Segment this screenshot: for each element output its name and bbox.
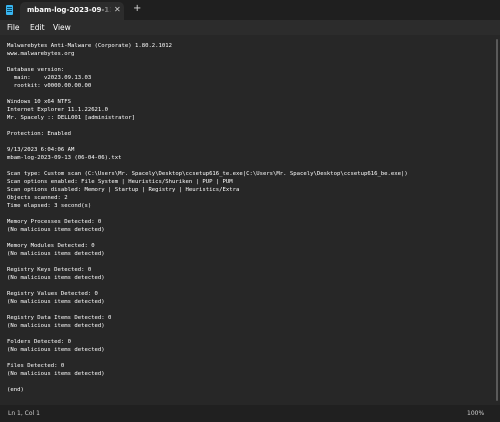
log-line: Folders Detected: 0 bbox=[7, 339, 71, 345]
log-line: Scan options disabled: Memory | Startup … bbox=[7, 187, 240, 193]
log-line: Protection: Enabled bbox=[7, 131, 71, 137]
log-line: Registry Data Items Detected: 0 bbox=[7, 315, 112, 321]
log-line: mbam-log-2023-09-13 (06-04-06).txt bbox=[7, 155, 122, 161]
log-line: Memory Modules Detected: 0 bbox=[7, 243, 95, 249]
zoom-level[interactable]: 100% bbox=[467, 410, 484, 418]
log-line: 9/13/2023 6:04:06 AM bbox=[7, 147, 75, 153]
log-line: (end) bbox=[7, 387, 24, 393]
log-line: rootkit: v0000.00.00.00 bbox=[7, 83, 92, 89]
log-line: main: v2023.09.13.03 bbox=[7, 75, 92, 81]
text-editor[interactable]: Malwarebytes Anti-Malware (Corporate) 1.… bbox=[0, 35, 500, 405]
log-line: Objects scanned: 2 bbox=[7, 195, 68, 201]
log-line: Database version: bbox=[7, 67, 65, 73]
menu-view[interactable]: View bbox=[53, 22, 71, 33]
log-line: (No malicious items detected) bbox=[7, 323, 105, 329]
log-line: (No malicious items detected) bbox=[7, 251, 105, 257]
scrollbar-thumb[interactable] bbox=[496, 39, 498, 401]
log-line: Registry Keys Detected: 0 bbox=[7, 267, 92, 273]
menu-bar: File Edit View bbox=[0, 20, 500, 35]
log-line: (No malicious items detected) bbox=[7, 227, 105, 233]
document-tab[interactable]: mbam-log-2023-09-13 (06-04-06).txt ✕ bbox=[20, 2, 124, 20]
title-bar: mbam-log-2023-09-13 (06-04-06).txt ✕ + bbox=[0, 0, 500, 20]
log-line: Time elapsed: 3 second(s) bbox=[7, 203, 92, 209]
log-line: Mr. Spacely :: DELL001 [administrator] bbox=[7, 115, 135, 121]
close-icon[interactable]: ✕ bbox=[114, 5, 121, 15]
log-line: www.malwarebytes.org bbox=[7, 51, 75, 57]
log-line: Files Detected: 0 bbox=[7, 363, 65, 369]
vertical-scrollbar[interactable] bbox=[496, 37, 499, 403]
log-line: (No malicious items detected) bbox=[7, 347, 105, 353]
log-line: (No malicious items detected) bbox=[7, 299, 105, 305]
log-line: (No malicious items detected) bbox=[7, 371, 105, 377]
menu-edit[interactable]: Edit bbox=[30, 22, 45, 33]
log-line: (No malicious items detected) bbox=[7, 275, 105, 281]
log-line: Scan options enabled: File System | Heur… bbox=[7, 179, 233, 185]
log-line: Internet Explorer 11.1.22621.0 bbox=[7, 107, 109, 113]
log-line: Scan type: Custom scan (C:\Users\Mr. Spa… bbox=[7, 171, 408, 177]
log-line: Registry Values Detected: 0 bbox=[7, 291, 98, 297]
log-line: Malwarebytes Anti-Malware (Corporate) 1.… bbox=[7, 43, 173, 49]
menu-file[interactable]: File bbox=[7, 22, 20, 33]
log-line: Memory Processes Detected: 0 bbox=[7, 219, 102, 225]
notepad-icon bbox=[6, 5, 13, 15]
log-line: Windows 10 x64 NTFS bbox=[7, 99, 71, 105]
status-bar: Ln 1, Col 1 100% bbox=[0, 405, 500, 422]
cursor-position: Ln 1, Col 1 bbox=[8, 410, 40, 417]
plus-icon[interactable]: + bbox=[133, 4, 141, 14]
tab-title-fade bbox=[98, 4, 112, 18]
